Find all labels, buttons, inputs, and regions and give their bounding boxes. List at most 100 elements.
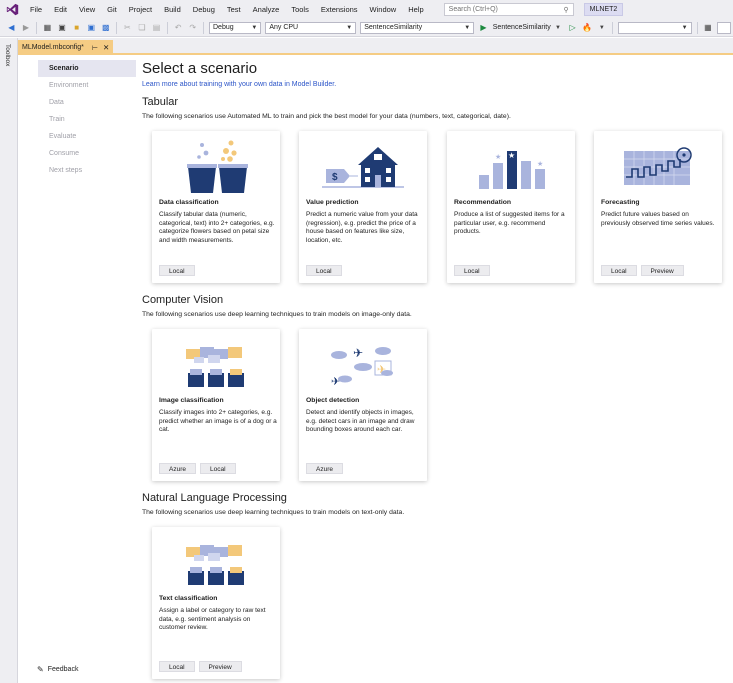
menu-edit[interactable]: Edit (48, 0, 73, 19)
feedback-icon: ✎ (37, 665, 44, 674)
nav-item-data[interactable]: Data (38, 94, 136, 111)
menu-debug[interactable]: Debug (187, 0, 221, 19)
back-icon[interactable]: ◀ (6, 22, 17, 33)
card-description: Classify images into 2+ categories, e.g.… (159, 409, 277, 434)
toolbox-strip (0, 38, 18, 683)
start-without-debugging-icon[interactable]: ▷ (567, 22, 578, 33)
menu-view[interactable]: View (73, 0, 101, 19)
card-description: Assign a label or category to raw text d… (159, 607, 266, 632)
toolbar-overflow-icon[interactable]: ▦ (703, 22, 714, 33)
copy-icon[interactable]: ❏ (137, 22, 148, 33)
menu-project[interactable]: Project (123, 0, 158, 19)
cut-icon[interactable]: ✂ (122, 22, 133, 33)
card-title: Object detection (306, 397, 360, 404)
solution-name-badge: MLNET2 (583, 3, 624, 16)
menu-file[interactable]: File (24, 0, 48, 19)
visual-studio-logo-icon[interactable] (0, 0, 24, 19)
environment-tag: Local (199, 463, 236, 474)
toolbar-separator (166, 21, 168, 34)
chevron-down-icon[interactable]: ▼ (553, 22, 564, 33)
menu-extensions[interactable]: Extensions (315, 0, 364, 19)
text-folders-icon (152, 533, 280, 591)
menu-test[interactable]: Test (221, 0, 247, 19)
start-debugging-icon[interactable]: ▶ (478, 22, 489, 33)
card-title: Forecasting (601, 199, 640, 206)
startup-project-select[interactable]: SentenceSimilarity ▼ (360, 21, 475, 34)
toolbox-tab[interactable]: Toolbox (4, 44, 11, 66)
toolbar: ◀ ▶ ▦ ▣ ■ ▣ ▩ ✂ ❏ ▤ ↶ ↷ Debug ▼ Any CPU … (0, 19, 733, 37)
svg-text:★: ★ (495, 153, 501, 161)
forward-icon[interactable]: ▶ (21, 22, 32, 33)
timeseries-icon (594, 137, 722, 195)
environment-tag: Local (454, 265, 490, 276)
learn-more-link[interactable]: Learn more about training with your own … (142, 81, 336, 88)
section-desc-tabular: The following scenarios use Automated ML… (142, 113, 511, 120)
svg-text:✈: ✈ (331, 375, 340, 388)
card-description: Produce a list of suggested items for a … (454, 211, 565, 236)
toolbar-separator (696, 21, 698, 34)
nav-item-next-steps[interactable]: Next steps (38, 162, 136, 179)
scenario-card-forecasting[interactable]: Forecasting Predict future values based … (594, 131, 722, 283)
save-all-icon[interactable]: ▩ (101, 22, 112, 33)
menu-analyze[interactable]: Analyze (247, 0, 286, 19)
svg-text:$: $ (332, 172, 338, 183)
feedback-button[interactable]: ✎ Feedback (37, 665, 78, 674)
pin-icon[interactable]: ⊢ (92, 44, 98, 52)
wizard-nav: Scenario Environment Data Train Evaluate… (38, 60, 136, 179)
scenario-card-value-prediction[interactable]: $ Value prediction Predict a numeric val… (299, 131, 427, 283)
card-title: Image classification (159, 397, 224, 404)
svg-text:✈: ✈ (353, 346, 363, 360)
save-icon[interactable]: ▣ (86, 22, 97, 33)
nav-item-environment[interactable]: Environment (38, 77, 136, 94)
section-title-nlp: Natural Language Processing (142, 492, 287, 504)
menu-bar: File Edit View Git Project Build Debug T… (0, 0, 733, 19)
platform-value: Any CPU (269, 24, 299, 31)
scenario-card-text-classification[interactable]: Text classification Assign a label or ca… (152, 527, 280, 679)
environment-tag: Azure (159, 463, 196, 474)
redo-icon[interactable]: ↷ (187, 22, 198, 33)
svg-text:★: ★ (508, 151, 515, 160)
paste-icon[interactable]: ▤ (151, 22, 162, 33)
nav-item-scenario[interactable]: Scenario (38, 60, 136, 77)
scenario-card-image-classification[interactable]: Image classification Classify images int… (152, 329, 280, 481)
feedback-label: Feedback (47, 666, 79, 673)
chevron-down-icon[interactable]: ▼ (597, 22, 608, 33)
planes-clouds-icon: ✈ ✈ ✈ (299, 335, 427, 393)
close-icon[interactable]: ✕ (103, 43, 109, 52)
start-debugging-button[interactable]: SentenceSimilarity (493, 24, 551, 31)
card-description: Classify tabular data (numeric, categori… (159, 211, 275, 244)
menu-window[interactable]: Window (364, 0, 403, 19)
nav-item-consume[interactable]: Consume (38, 145, 136, 162)
environment-tag: Local (159, 661, 195, 672)
document-tab[interactable]: MLModel.mbconfig* ⊢ ✕ (18, 40, 114, 55)
add-item-icon[interactable]: ▣ (57, 22, 68, 33)
open-folder-icon[interactable]: ■ (71, 22, 82, 33)
platform-select[interactable]: Any CPU ▼ (265, 21, 357, 34)
nav-item-train[interactable]: Train (38, 111, 136, 128)
section-desc-nlp: The following scenarios use deep learnin… (142, 509, 405, 516)
svg-text:✈: ✈ (377, 363, 386, 376)
nav-item-evaluate[interactable]: Evaluate (38, 128, 136, 145)
search-input[interactable]: Search (Ctrl+Q) ⚲ (443, 3, 574, 16)
bar-stars-icon: ★ ★ ★ (447, 137, 575, 195)
card-description: Detect and identify objects in images, e… (306, 409, 415, 434)
configuration-value: Debug (213, 24, 234, 31)
environment-tag: Local (306, 265, 342, 276)
menu-build[interactable]: Build (158, 0, 187, 19)
extra-toolbar-combo[interactable]: ▼ (618, 21, 692, 34)
scenario-card-recommendation[interactable]: ★ ★ ★ Recommendation Produce a list of s… (447, 131, 575, 283)
menu-tools[interactable]: Tools (285, 0, 315, 19)
scenario-card-object-detection[interactable]: ✈ ✈ ✈ Object detection Detect and identi… (299, 329, 427, 481)
new-project-icon[interactable]: ▦ (42, 22, 53, 33)
hot-reload-icon[interactable]: 🔥 (582, 22, 593, 33)
toolbar-right-field[interactable] (717, 21, 731, 34)
chevron-down-icon: ▼ (346, 24, 353, 31)
environment-tag: Azure (306, 463, 343, 474)
menu-help[interactable]: Help (402, 0, 429, 19)
chevron-down-icon: ▼ (681, 24, 688, 31)
undo-icon[interactable]: ↶ (173, 22, 184, 33)
menu-git[interactable]: Git (101, 0, 123, 19)
chevron-down-icon: ▼ (464, 24, 471, 31)
scenario-card-data-classification[interactable]: Data classification Classify tabular dat… (152, 131, 280, 283)
configuration-select[interactable]: Debug ▼ (209, 21, 262, 34)
